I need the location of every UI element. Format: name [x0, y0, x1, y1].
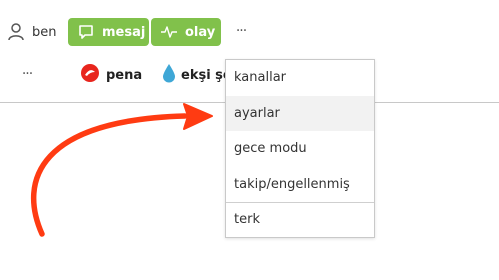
more-dropdown-menu: kanallar ayarlar gece modu takip/engelle…	[225, 59, 375, 238]
speech-bubble-icon	[78, 24, 94, 40]
water-drop-icon	[162, 64, 176, 86]
user-icon	[8, 23, 24, 41]
events-button-label: olay	[185, 24, 216, 40]
message-button-label: mesaj	[102, 24, 146, 40]
channel-more-button[interactable]: ···	[18, 65, 36, 85]
events-button[interactable]: olay	[151, 18, 221, 46]
pulse-icon	[160, 25, 178, 39]
menu-item-kanallar[interactable]: kanallar	[226, 60, 374, 96]
channel-eksi[interactable]: ekşi şe	[162, 64, 226, 86]
menu-item-takip-engellenmis[interactable]: takip/engellenmiş	[226, 167, 374, 203]
channel-eksi-label: ekşi şe	[181, 67, 226, 83]
pena-logo-icon	[80, 63, 100, 87]
channel-pena-label: pena	[106, 67, 143, 83]
channel-pena[interactable]: pena	[80, 64, 142, 86]
menu-item-gece-modu[interactable]: gece modu	[226, 131, 374, 167]
user-label: ben	[32, 24, 57, 40]
more-menu-button[interactable]: ···	[232, 22, 250, 42]
message-button[interactable]: mesaj	[68, 18, 149, 46]
top-nav: ben mesaj olay ···	[0, 18, 499, 46]
user-menu-link[interactable]: ben	[8, 21, 57, 43]
menu-item-terk[interactable]: terk	[226, 202, 374, 237]
menu-item-ayarlar[interactable]: ayarlar	[226, 95, 374, 132]
